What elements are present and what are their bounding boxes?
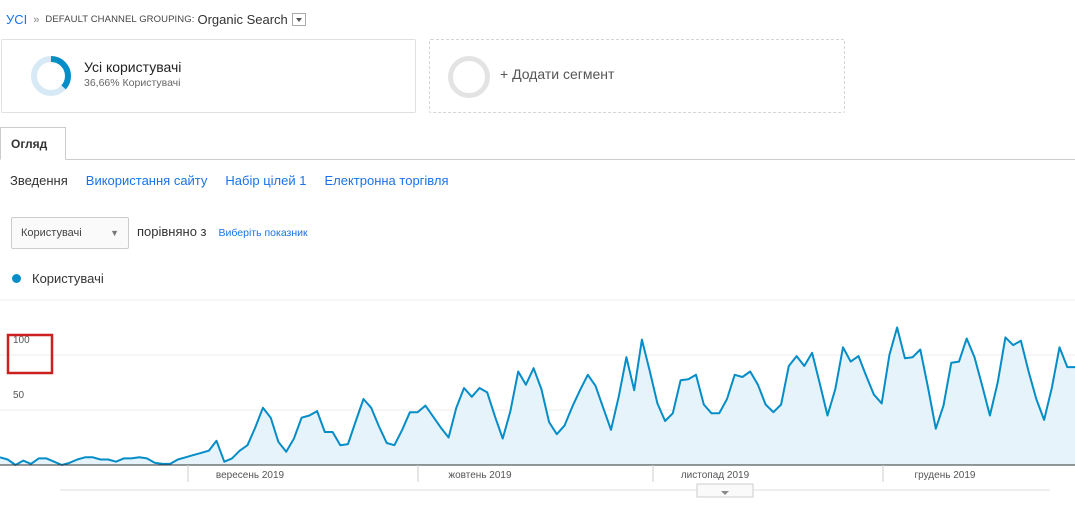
- report-subnav: Зведення Використання сайту Набір цілей …: [10, 173, 449, 188]
- legend-dot-icon: [12, 274, 21, 283]
- subnav-site-usage[interactable]: Використання сайту: [86, 173, 208, 188]
- metric-select-value: Користувачі: [21, 227, 82, 239]
- y-tick-label: 100: [13, 335, 30, 346]
- breadcrumb-dimension: DEFAULT CHANNEL GROUPING:: [45, 14, 195, 25]
- chevron-down-icon: ▼: [110, 228, 119, 238]
- y-tick-label: 50: [13, 390, 25, 401]
- segment-card-all-users[interactable]: Усі користувачі 36,66% Користувачі: [1, 39, 416, 113]
- subnav-ecommerce[interactable]: Електронна торгівля: [324, 173, 448, 188]
- metric-select[interactable]: Користувачі ▼: [11, 217, 129, 249]
- breadcrumb-root-link[interactable]: УСІ: [6, 12, 27, 27]
- segment-share-ring-icon: [31, 56, 71, 96]
- metric-selector-row: Користувачі ▼ порівняно з Виберіть показ…: [11, 217, 308, 249]
- report-tabs: Огляд: [0, 127, 1075, 160]
- breadcrumb-separator: »: [33, 13, 40, 26]
- x-tick-label: вересень 2019: [216, 470, 285, 481]
- compare-text: порівняно з: [137, 223, 207, 239]
- breadcrumb-value: Organic Search: [197, 12, 288, 27]
- users-line-chart: 50100150 вересень 2019жовтень 2019листоп…: [0, 299, 1075, 498]
- breadcrumb: УСІ » DEFAULT CHANNEL GROUPING: Organic …: [6, 12, 306, 27]
- series-area: [0, 327, 1075, 465]
- chart-scroll-handle[interactable]: [696, 483, 754, 498]
- add-segment-card[interactable]: + Додати сегмент: [429, 39, 845, 113]
- x-tick-label: грудень 2019: [915, 470, 976, 481]
- segment-title: Усі користувачі: [84, 59, 182, 75]
- x-tick-label: листопад 2019: [681, 470, 750, 481]
- add-segment-label: + Додати сегмент: [500, 66, 615, 82]
- subnav-goal-set-1[interactable]: Набір цілей 1: [225, 173, 306, 188]
- legend-series-label: Користувачі: [32, 271, 104, 286]
- segment-subtitle: 36,66% Користувачі: [84, 77, 181, 89]
- breadcrumb-dropdown-button[interactable]: [291, 13, 306, 26]
- tab-overview[interactable]: Огляд: [0, 127, 66, 160]
- choose-metric-link[interactable]: Виберіть показник: [219, 227, 308, 239]
- x-tick-label: жовтень 2019: [448, 470, 512, 481]
- subnav-summary[interactable]: Зведення: [10, 173, 68, 188]
- chart-legend: Користувачі: [12, 271, 104, 286]
- empty-segment-ring-icon: [448, 56, 490, 98]
